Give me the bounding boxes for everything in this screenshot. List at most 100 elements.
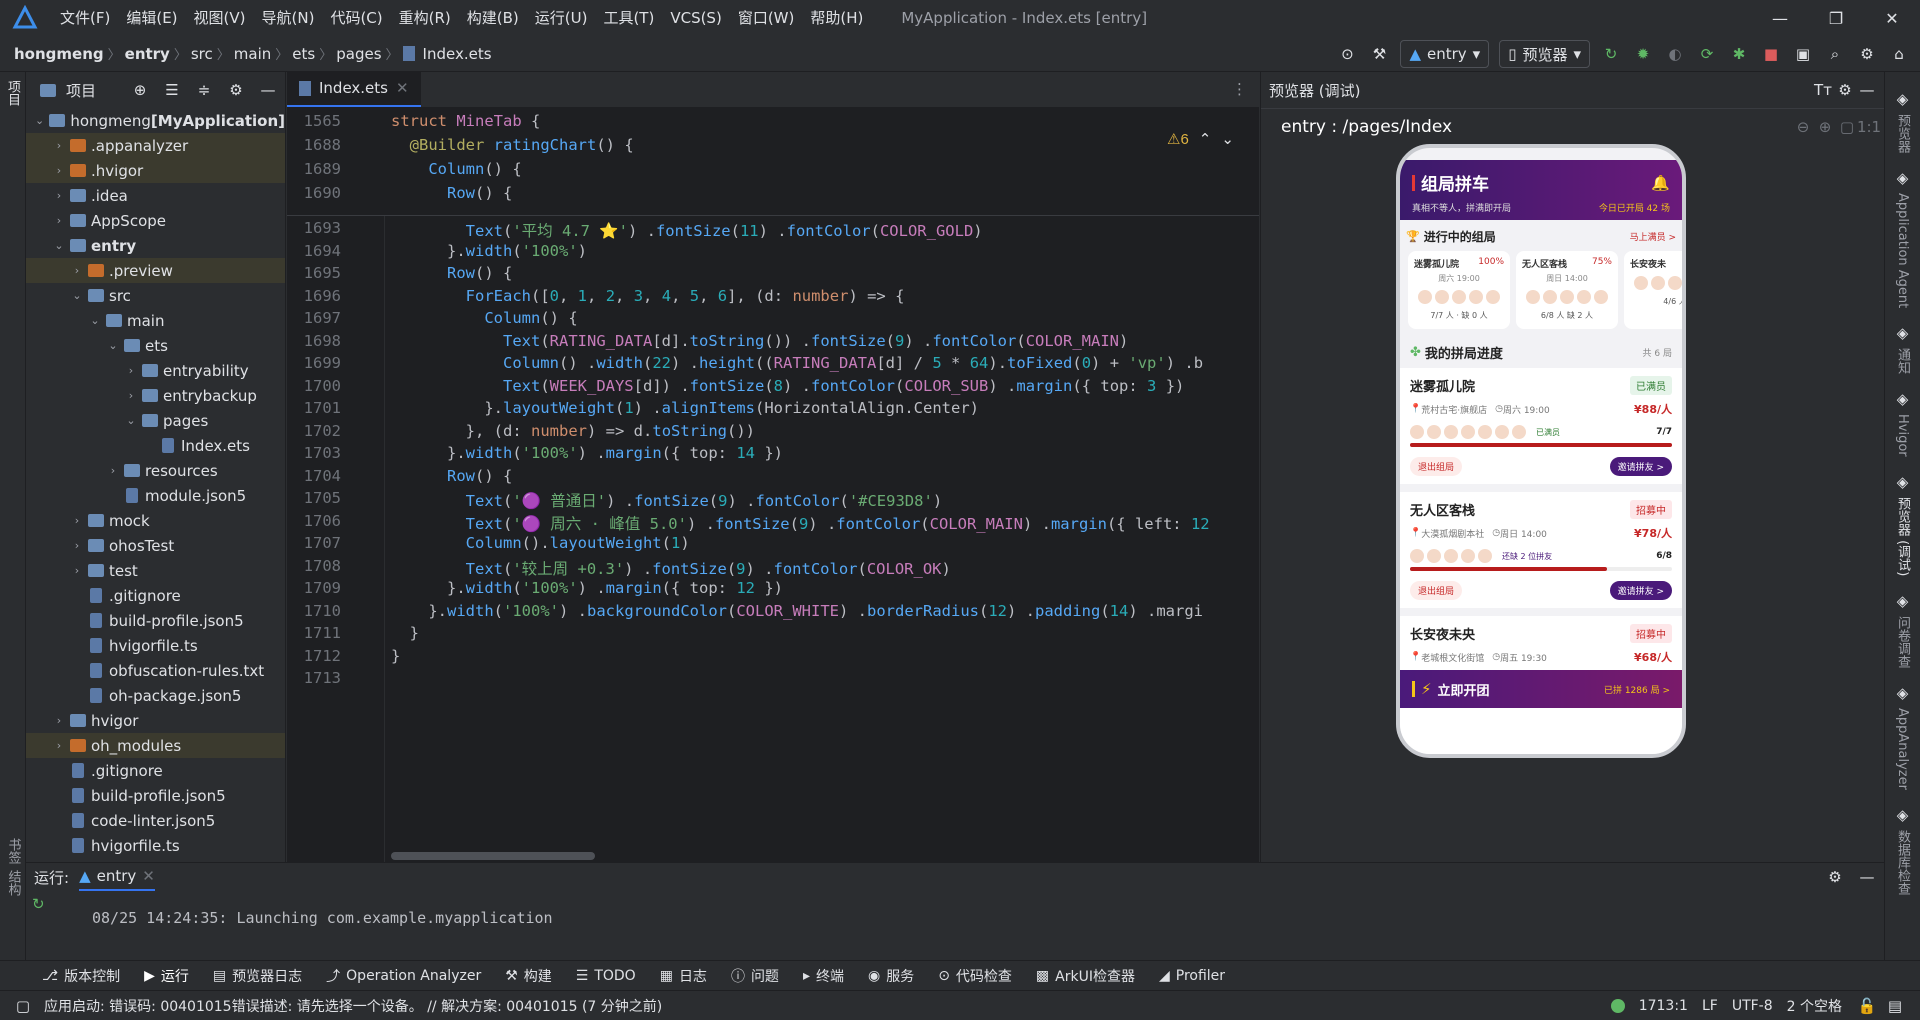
device-preview[interactable]: 组局拼车 🔔 真相不等人，拼满即开局 今日已开局 42 场 🏆 进行中的组局 马上满… xyxy=(1396,144,1686,758)
tool-tab[interactable]: ⊙ 代码检查 xyxy=(926,966,1024,986)
breadcrumb-item[interactable]: ets xyxy=(288,45,319,63)
code-line[interactable]: Text('🟣 周六 · 峰值 5.0') .fontSize(9) .font… xyxy=(391,512,1210,534)
tree-item[interactable]: › test xyxy=(26,558,285,583)
gear-icon[interactable]: ⚙ xyxy=(1824,866,1846,888)
breadcrumb-item[interactable]: pages xyxy=(332,45,385,63)
memory-icon[interactable]: ▤ xyxy=(1884,995,1906,1017)
ongoing-card[interactable]: 无人区客栈 75% 周日 14:00 6/8 人 缺 2 人 xyxy=(1516,251,1618,329)
code-line[interactable]: } xyxy=(391,624,419,642)
zoom-in-icon[interactable]: ⊕ xyxy=(1814,116,1836,138)
tree-item[interactable]: build-profile.json5 xyxy=(26,783,285,808)
tree-item[interactable]: Index.ets xyxy=(26,433,285,458)
tree-item[interactable]: oh-package.json5 xyxy=(26,683,285,708)
progress-card[interactable]: 无人区客栈 招募中 📍 大漠孤烟剧本社 ◷ 周日 14:00 ¥78/人 还缺 2 位拼友… xyxy=(1400,492,1682,608)
indent-setting[interactable]: 2 个空格 xyxy=(1787,996,1842,1016)
fit-icon[interactable]: ▢ xyxy=(1836,116,1858,138)
code-line[interactable]: }.width('100%') .margin({ top: 12 }) xyxy=(391,579,783,597)
line-separator[interactable]: LF xyxy=(1702,998,1718,1014)
code-line[interactable]: Text(RATING_DATA[d].toString()) .fontSiz… xyxy=(391,332,1128,350)
right-tool-tab[interactable]: 数据库检查 xyxy=(1893,830,1912,895)
menu-item[interactable]: 导航(N) xyxy=(254,0,323,36)
menu-item[interactable]: 帮助(H) xyxy=(802,0,871,36)
tool-tab[interactable]: ⎇ 版本控制 xyxy=(30,966,132,986)
code-line[interactable]: }.width('100%') .backgroundColor(COLOR_W… xyxy=(391,602,1203,620)
ongoing-card[interactable]: 迷雾孤儿院 100% 周六 19:00 7/7 人 · 缺 0 人 xyxy=(1408,251,1510,329)
menu-item[interactable]: 构建(B) xyxy=(459,0,527,36)
code-line[interactable]: Text('平均 4.7 ⭐') .fontSize(11) .fontColo… xyxy=(391,219,983,241)
menu-item[interactable]: 窗口(W) xyxy=(730,0,803,36)
menu-item[interactable]: 工具(T) xyxy=(595,0,662,36)
attach-debugger-icon[interactable]: ✱ xyxy=(1728,43,1750,65)
gear-icon[interactable]: ⚙ xyxy=(1834,79,1856,101)
breadcrumb-item[interactable]: entry xyxy=(121,45,174,63)
tool-tab[interactable]: ⤴ Operation Analyzer xyxy=(314,966,493,986)
menu-item[interactable]: 编辑(E) xyxy=(118,0,185,36)
tree-item[interactable]: hvigorfile.ts xyxy=(26,833,285,858)
tree-item[interactable]: › oh_modules xyxy=(26,733,285,758)
search-icon[interactable]: ⌕ xyxy=(1824,43,1846,65)
collapse-all-icon[interactable]: ☰ xyxy=(161,79,183,101)
tree-item[interactable]: › mock xyxy=(26,508,285,533)
code-area[interactable]: 1693 Text('平均 4.7 ⭐') .fontSize(11) .fon… xyxy=(287,108,1259,862)
status-message[interactable]: 应用启动: 错误码: 00401015错误描述: 请先选择一个设备。 // 解决… xyxy=(44,996,662,1016)
tree-item[interactable]: module.json5 xyxy=(26,483,285,508)
quit-group-button[interactable]: 退出组局 xyxy=(1410,457,1463,476)
code-line[interactable]: }.width('100%') .margin({ top: 14 }) xyxy=(391,444,783,462)
sticky-code-line[interactable]: @Builder ratingChart() { xyxy=(391,136,634,154)
tree-item[interactable]: › AppScope xyxy=(26,208,285,233)
tool-tab[interactable]: ▩ ArkUI检查器 xyxy=(1024,966,1147,986)
tree-item[interactable]: ⌄ pages xyxy=(26,408,285,433)
right-tool-tab[interactable]: Application Agent xyxy=(1895,193,1910,308)
tool-tab[interactable]: ⓘ 问题 xyxy=(719,966,791,986)
right-tool-tab[interactable]: 通知 xyxy=(1893,348,1912,374)
tree-item[interactable]: › hvigor xyxy=(26,708,285,733)
right-tool-tab[interactable]: 预览器 (调试) xyxy=(1893,497,1912,576)
tree-item[interactable]: › resources xyxy=(26,458,285,483)
ongoing-link[interactable]: 马上满员 > xyxy=(1630,230,1676,243)
hide-icon[interactable]: — xyxy=(257,79,279,101)
tree-item[interactable]: ⌄ hongmeng [MyApplication] xyxy=(26,108,285,133)
tree-item[interactable]: code-linter.json5 xyxy=(26,808,285,833)
zoom-out-icon[interactable]: ⊖ xyxy=(1792,116,1814,138)
font-size-icon[interactable]: Tт xyxy=(1812,79,1834,101)
tool-tab[interactable]: ▤ 预览器日志 xyxy=(201,966,314,986)
tree-item[interactable]: › entrybackup xyxy=(26,383,285,408)
structure-tool-tab[interactable]: 结构 xyxy=(4,870,23,896)
tool-tab[interactable]: ◢ Profiler xyxy=(1147,966,1237,986)
bell-icon[interactable]: 🔔 xyxy=(1651,174,1670,192)
horizontal-scrollbar[interactable] xyxy=(391,852,595,860)
file-encoding[interactable]: UTF-8 xyxy=(1732,998,1773,1014)
caret-position[interactable]: 1713:1 xyxy=(1639,998,1688,1014)
menu-item[interactable]: 重构(R) xyxy=(391,0,459,36)
breadcrumb-item[interactable]: main xyxy=(230,45,275,63)
run-config-select[interactable]: ▲ entry ▾ xyxy=(1400,40,1490,68)
tree-item[interactable]: › .idea xyxy=(26,183,285,208)
tool-tab[interactable]: ▶ 运行 xyxy=(132,966,201,986)
breadcrumb-item[interactable]: hongmeng xyxy=(10,45,108,63)
panel-toggle-icon[interactable]: ▢ xyxy=(12,995,34,1017)
menu-item[interactable]: 代码(C) xyxy=(322,0,390,36)
rerun-icon[interactable]: ↻ xyxy=(32,895,45,913)
code-line[interactable]: ForEach([0, 1, 2, 3, 4, 5, 6], (d: numbe… xyxy=(391,287,905,305)
debug-icon[interactable]: ✹ xyxy=(1632,43,1654,65)
tool-tab[interactable]: ▸ 终端 xyxy=(791,966,856,986)
tree-item[interactable]: ⌄ src xyxy=(26,283,285,308)
tool-tab[interactable]: ◉ 服务 xyxy=(856,966,926,986)
chevron-up-icon[interactable]: ⌃ xyxy=(1199,130,1212,148)
actual-size-icon[interactable]: 1:1 xyxy=(1857,116,1881,138)
tree-item[interactable]: build-profile.json5 xyxy=(26,608,285,633)
close-tab-icon[interactable]: ✕ xyxy=(396,79,409,97)
rerun-icon[interactable]: ↻ xyxy=(1600,43,1622,65)
gear-icon[interactable]: ⚙ xyxy=(225,79,247,101)
invite-button[interactable]: 邀请拼友 > xyxy=(1609,581,1672,600)
target-icon[interactable]: ⊙ xyxy=(1336,43,1358,65)
chevron-down-icon[interactable]: ⌄ xyxy=(1221,130,1234,148)
invite-button[interactable]: 邀请拼友 > xyxy=(1609,457,1672,476)
tree-item[interactable]: obfuscation-rules.txt xyxy=(26,658,285,683)
warnings-count[interactable]: ⚠6 xyxy=(1167,130,1189,148)
quit-group-button[interactable]: 退出组局 xyxy=(1410,581,1463,600)
right-tool-tab[interactable]: Hvigor xyxy=(1895,414,1910,457)
tree-item[interactable]: ⌄ main xyxy=(26,308,285,333)
right-tool-tab[interactable]: AppAnalyzer xyxy=(1895,708,1910,790)
user-icon[interactable]: ⌂ xyxy=(1888,43,1910,65)
